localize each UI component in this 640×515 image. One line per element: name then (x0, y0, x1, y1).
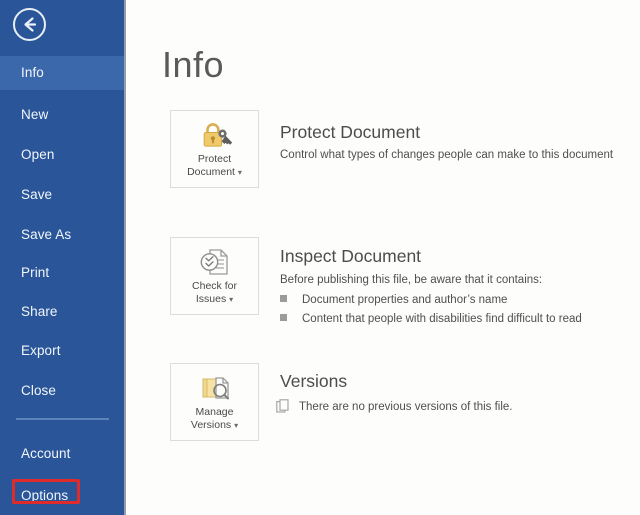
sidebar-item-share[interactable]: Share (0, 295, 124, 329)
sidebar-item-label: New (21, 107, 49, 122)
sidebar-item-label: Close (21, 383, 57, 398)
versions-search-icon (171, 370, 258, 406)
versions-note-text: There are no previous versions of this f… (299, 401, 513, 413)
sidebar-item-export[interactable]: Export (0, 334, 124, 368)
sidebar-item-options[interactable]: Options (0, 479, 124, 513)
sidebar-item-label: Save (21, 187, 53, 202)
sidebar-item-label: Open (21, 147, 55, 162)
sidebar-item-label: Export (21, 343, 61, 358)
sidebar-item-label: Print (21, 265, 50, 280)
padlock-key-icon (171, 117, 258, 153)
protect-document-button[interactable]: Protect Document ▾ (170, 110, 259, 188)
inspect-bullet-item: Content that people with disabilities fi… (280, 313, 582, 325)
square-bullet-icon (280, 314, 287, 321)
manage-versions-button[interactable]: Manage Versions ▾ (170, 363, 259, 441)
sidebar-item-label: Account (21, 446, 71, 461)
sidebar-item-print[interactable]: Print (0, 256, 124, 290)
inspect-document-heading: Inspect Document (280, 246, 422, 266)
document-stack-icon (276, 399, 290, 417)
sidebar-item-save[interactable]: Save (0, 178, 124, 212)
inspect-document-description: Before publishing this file, be aware th… (280, 274, 543, 286)
back-arrow-icon[interactable] (13, 8, 46, 41)
sidebar-item-save-as[interactable]: Save As (0, 218, 124, 252)
backstage-sidebar: Info New Open Save Save As Print Share E… (0, 0, 124, 515)
sidebar-item-label: Options (21, 488, 69, 503)
protect-document-label: Protect Document ▾ (187, 153, 242, 178)
protect-document-description: Control what types of changes people can… (280, 149, 614, 161)
page-title: Info (162, 44, 225, 85)
word-backstage-info-screen: Info New Open Save Save As Print Share E… (0, 0, 640, 515)
sidebar-item-info[interactable]: Info (0, 56, 124, 90)
chevron-down-icon[interactable]: ▾ (234, 421, 238, 430)
manage-versions-label: Manage Versions ▾ (190, 406, 239, 431)
check-for-issues-label: Check for Issues ▾ (192, 280, 237, 305)
document-checklist-icon (171, 244, 258, 280)
versions-heading: Versions (280, 371, 348, 391)
sidebar-item-account[interactable]: Account (0, 437, 124, 471)
inspect-bullet-item: Document properties and author’s name (280, 294, 507, 306)
square-bullet-icon (280, 295, 287, 302)
sidebar-item-label: Info (21, 65, 44, 80)
sidebar-divider (16, 418, 109, 420)
sidebar-item-label: Save As (21, 227, 72, 242)
versions-note-row: There are no previous versions of this f… (276, 399, 513, 417)
sidebar-item-label: Share (21, 304, 58, 319)
chevron-down-icon[interactable]: ▾ (229, 295, 233, 304)
protect-document-heading: Protect Document (280, 122, 421, 142)
sidebar-item-close[interactable]: Close (0, 374, 124, 408)
backstage-main-pane: Info Protect Document ▾ Protect Document… (126, 0, 640, 515)
check-for-issues-button[interactable]: Check for Issues ▾ (170, 237, 259, 315)
sidebar-item-new[interactable]: New (0, 98, 124, 132)
chevron-down-icon[interactable]: ▾ (238, 168, 242, 177)
sidebar-item-open[interactable]: Open (0, 138, 124, 172)
